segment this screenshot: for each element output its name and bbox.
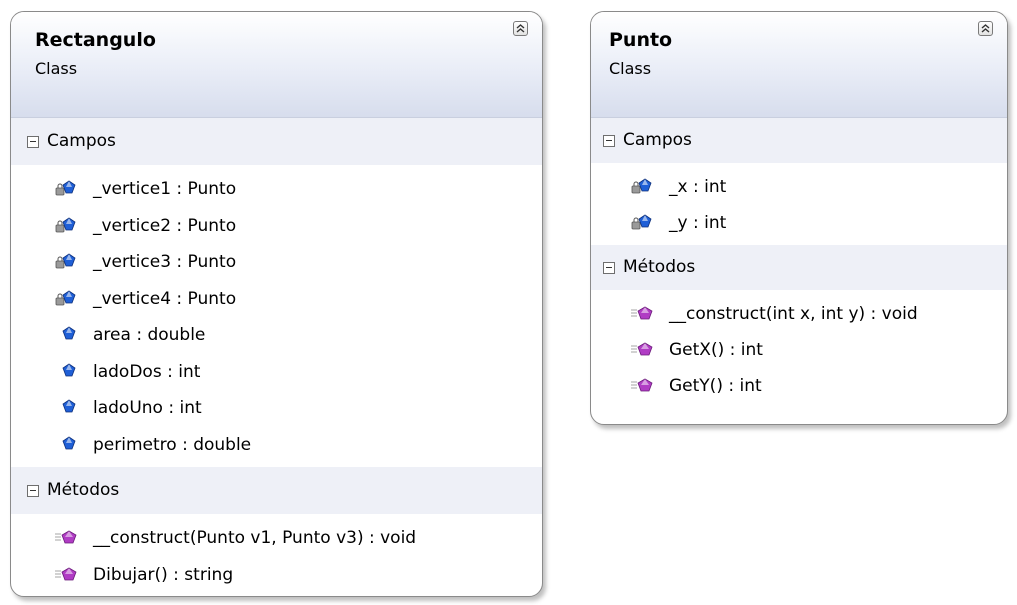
member-row[interactable]: _vertice1 : Punto	[11, 171, 542, 208]
member-row[interactable]: _vertice3 : Punto	[11, 244, 542, 281]
method-icon	[629, 302, 669, 326]
collapse-minus-icon[interactable]	[603, 261, 615, 274]
member-list: _x : int _y : int	[591, 163, 1007, 245]
member-text: area : double	[93, 325, 206, 345]
class-header: Rectangulo Class	[11, 12, 542, 118]
member-row[interactable]: ladoDos : int	[11, 354, 542, 391]
member-text: _vertice4 : Punto	[93, 288, 237, 309]
field-icon	[53, 396, 93, 420]
member-row[interactable]: _vertice4 : Punto	[11, 281, 542, 318]
section-header-metodos[interactable]: Métodos	[591, 245, 1007, 290]
member-text: _y : int	[669, 212, 727, 233]
double-chevron-up-icon	[516, 24, 525, 33]
class-box-rectangulo[interactable]: Rectangulo Class Campos _vertice1 : Punt…	[10, 11, 543, 597]
member-row[interactable]: GetY() : int	[591, 368, 1007, 404]
member-text: _x : int	[669, 176, 727, 197]
method-icon	[629, 338, 669, 362]
class-kind: Class	[609, 59, 652, 78]
field-icon	[53, 323, 93, 347]
private-field-icon	[53, 177, 93, 201]
member-list: _vertice1 : Punto _vertice2 : Punto _ver…	[11, 165, 542, 467]
member-list: __construct(int x, int y) : void GetX() …	[591, 290, 1007, 408]
double-chevron-up-icon	[981, 24, 990, 33]
member-row[interactable]: perimetro : double	[11, 427, 542, 464]
member-text: _vertice2 : Punto	[93, 215, 237, 236]
method-icon	[629, 374, 669, 398]
member-text: GetX() : int	[669, 339, 763, 360]
collapse-minus-icon[interactable]	[603, 134, 615, 147]
private-field-icon	[53, 287, 93, 311]
member-text: _vertice1 : Punto	[93, 179, 237, 199]
private-field-icon	[629, 175, 669, 199]
member-text: ladoDos : int	[93, 361, 201, 382]
member-text: _vertice3 : Punto	[93, 252, 237, 272]
section-title: Campos	[623, 130, 692, 150]
member-row[interactable]: Dibujar() : string	[11, 557, 542, 594]
section-title: Métodos	[623, 257, 696, 277]
member-row[interactable]: _x : int	[591, 169, 1007, 205]
class-header: Punto Class	[591, 12, 1007, 118]
collapse-minus-icon[interactable]	[27, 135, 39, 148]
section-header-metodos[interactable]: Métodos	[11, 467, 542, 514]
member-row[interactable]: __construct(int x, int y) : void	[591, 296, 1007, 332]
collapse-button[interactable]	[978, 21, 993, 36]
private-field-icon	[53, 250, 93, 274]
class-name: Punto	[609, 29, 673, 51]
section-title: Métodos	[47, 480, 120, 500]
class-box-punto[interactable]: Punto Class Campos _x : int _y : int Mét…	[590, 11, 1008, 425]
member-text: __construct(int x, int y) : void	[669, 303, 918, 324]
member-list: __construct(Punto v1, Punto v3) : void D…	[11, 514, 542, 596]
field-icon	[53, 360, 93, 384]
member-row[interactable]: GetX() : int	[591, 332, 1007, 368]
member-row[interactable]: _y : int	[591, 205, 1007, 241]
member-row[interactable]: _vertice2 : Punto	[11, 208, 542, 245]
member-text: ladoUno : int	[93, 398, 202, 418]
method-icon	[53, 563, 93, 587]
member-text: perimetro : double	[93, 434, 252, 455]
field-icon	[53, 433, 93, 457]
member-text: __construct(Punto v1, Punto v3) : void	[93, 528, 417, 548]
method-icon	[53, 526, 93, 550]
private-field-icon	[629, 211, 669, 235]
section-header-campos[interactable]: Campos	[11, 118, 542, 165]
private-field-icon	[53, 214, 93, 238]
collapse-minus-icon[interactable]	[27, 484, 39, 497]
member-row[interactable]: ladoUno : int	[11, 390, 542, 427]
collapse-button[interactable]	[513, 21, 528, 36]
class-name: Rectangulo	[35, 29, 156, 51]
member-row[interactable]: area : double	[11, 317, 542, 354]
class-kind: Class	[35, 59, 78, 78]
member-row[interactable]: __construct(Punto v1, Punto v3) : void	[11, 520, 542, 557]
section-title: Campos	[47, 131, 116, 151]
member-text: Dibujar() : string	[93, 564, 234, 585]
member-text: GetY() : int	[669, 375, 762, 396]
section-header-campos[interactable]: Campos	[591, 118, 1007, 163]
